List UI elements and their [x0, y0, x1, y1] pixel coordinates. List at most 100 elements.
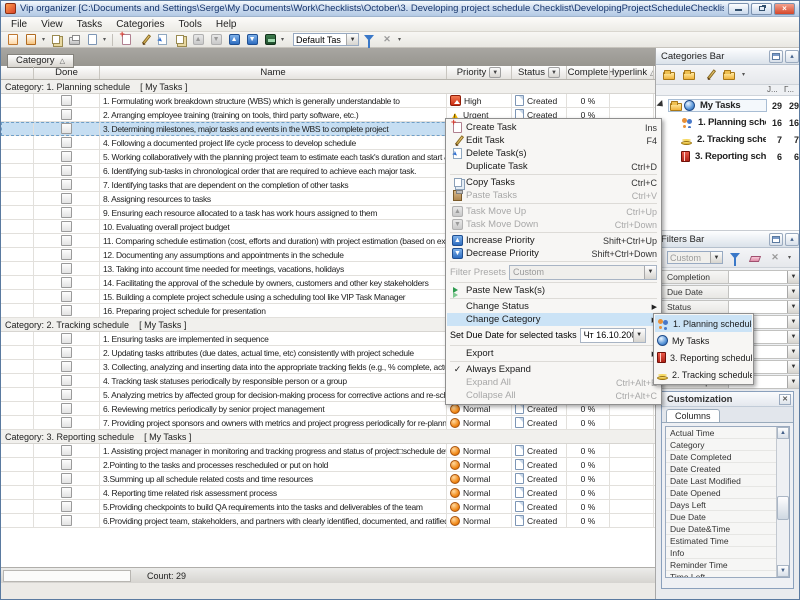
new-subcategory-button[interactable]	[681, 68, 697, 82]
increase-priority-button[interactable]: ▲	[226, 33, 242, 47]
done-checkbox[interactable]	[61, 347, 72, 358]
menu-increase-priority[interactable]: ▲Increase PriorityShift+Ctrl+Up	[447, 234, 660, 247]
task-row[interactable]: 5.Providing checkpoints to build QA requ…	[1, 500, 655, 514]
done-checkbox[interactable]	[61, 221, 72, 232]
column-header-done[interactable]: Done	[34, 66, 100, 79]
chevron-down-icon[interactable]: ▼	[787, 301, 799, 313]
column-option-date-completed[interactable]: Date Completed	[666, 451, 776, 463]
set-due-date-combo[interactable]: Чт 16.10.2008▼	[580, 328, 646, 343]
filters-toolbar-overflow[interactable]: ▾	[787, 254, 792, 261]
chevron-down-icon[interactable]: ▼	[787, 271, 799, 283]
column-option-reminder-time[interactable]: Reminder Time	[666, 559, 776, 571]
create-task-button[interactable]	[118, 33, 134, 47]
done-checkbox[interactable]	[61, 95, 72, 106]
category-group-row[interactable]: Category: 1. Planning schedule[ My Tasks…	[1, 80, 655, 94]
submenu-3-reporting-schedule[interactable]: 3. Reporting schedule	[655, 349, 752, 366]
clear-filter-button[interactable]: ✕	[767, 251, 783, 265]
scroll-up-icon[interactable]: ▲	[777, 427, 789, 439]
done-checkbox[interactable]	[61, 179, 72, 190]
tab-columns[interactable]: Columns	[666, 409, 720, 422]
menu-categories[interactable]: Categories	[109, 18, 171, 31]
task-row[interactable]: 3.Summing up all schedule related costs …	[1, 472, 655, 486]
done-checkbox[interactable]	[61, 417, 72, 428]
column-header-hyperlink[interactable]: Hyperlink△	[610, 66, 654, 79]
done-checkbox[interactable]	[61, 263, 72, 274]
menu-edit-task[interactable]: Edit TaskF4	[447, 134, 660, 147]
task-row[interactable]: 1. Formulating work breakdown structure …	[1, 94, 655, 108]
filter-value[interactable]: ▼	[729, 300, 800, 314]
filter-value[interactable]: ▼	[729, 270, 800, 284]
column-option-date-opened[interactable]: Date Opened	[666, 487, 776, 499]
edit-task-button[interactable]	[136, 33, 152, 47]
open-record-button[interactable]	[23, 33, 39, 47]
columns-scrollbar[interactable]: ▲ ▼	[776, 427, 789, 577]
filter-dropdown-icon[interactable]: ▼	[489, 67, 501, 78]
filters-collapse-button[interactable]: ▴	[785, 233, 799, 246]
filter-row-completion[interactable]: Completion▼	[657, 270, 800, 284]
scroll-thumb[interactable]	[777, 496, 789, 520]
done-checkbox[interactable]	[61, 515, 72, 526]
done-checkbox[interactable]	[61, 291, 72, 302]
task-row[interactable]: 6.Providing project team, stakeholders, …	[1, 514, 655, 528]
category-node-1-planning-schedule[interactable]: 1. Planning schedule1616	[656, 114, 800, 131]
menu-always-expand[interactable]: ✓Always Expand	[447, 363, 660, 376]
done-checkbox[interactable]	[61, 137, 72, 148]
done-checkbox[interactable]	[61, 333, 72, 344]
done-checkbox[interactable]	[61, 123, 72, 134]
column-header-indicator[interactable]	[1, 66, 34, 79]
menu-tasks[interactable]: Tasks	[70, 18, 110, 31]
restore-button[interactable]	[751, 3, 772, 15]
done-checkbox[interactable]	[61, 403, 72, 414]
menu-delete-task-s-[interactable]: Delete Task(s)	[447, 147, 660, 160]
chevron-down-icon[interactable]: ▼	[710, 252, 722, 263]
done-checkbox[interactable]	[61, 501, 72, 512]
done-checkbox[interactable]	[61, 165, 72, 176]
print-preview-button[interactable]	[84, 33, 100, 47]
column-option-date-last-modified[interactable]: Date Last Modified	[666, 475, 776, 487]
column-option-category[interactable]: Category	[666, 439, 776, 451]
save-record-button[interactable]	[48, 33, 64, 47]
delete-task-button[interactable]	[154, 33, 170, 47]
menu-copy-tasks[interactable]: Copy TasksCtrl+C	[447, 176, 660, 189]
menu-duplicate-task[interactable]: Duplicate TaskCtrl+D	[447, 160, 660, 173]
menu-export[interactable]: Export▶	[447, 347, 660, 360]
done-checkbox[interactable]	[61, 389, 72, 400]
menu-file[interactable]: File	[4, 18, 34, 31]
filters-window-button[interactable]	[769, 233, 783, 246]
done-checkbox[interactable]	[61, 445, 72, 456]
categories-toolbar-overflow[interactable]: ▾	[741, 71, 746, 78]
done-checkbox[interactable]	[61, 305, 72, 316]
filter-button[interactable]	[361, 33, 377, 47]
categories-collapse-button[interactable]: ▴	[785, 50, 799, 63]
minimize-button[interactable]	[728, 3, 749, 15]
toolbar-overflow[interactable]: ▾	[397, 36, 402, 43]
chevron-down-icon[interactable]: ▼	[787, 331, 799, 343]
category-group-row[interactable]: Category: 3. Reporting schedule[ My Task…	[1, 430, 655, 444]
menu-tools[interactable]: Tools	[172, 18, 209, 31]
column-option-time-left[interactable]: Time Left	[666, 571, 776, 577]
task-row[interactable]: 1. Assisting project manager in monitori…	[1, 444, 655, 458]
column-header-complete[interactable]: Complete	[567, 66, 610, 79]
submenu-my-tasks[interactable]: My Tasks	[655, 332, 752, 349]
chevron-down-icon[interactable]: ▼	[787, 346, 799, 358]
chevron-down-icon[interactable]: ▼	[787, 376, 799, 388]
menu-view[interactable]: View	[34, 18, 70, 31]
filter-row-due-date[interactable]: Due Date▼	[657, 285, 800, 299]
column-header-priority[interactable]: Priority▼	[447, 66, 512, 79]
done-checkbox[interactable]	[61, 235, 72, 246]
menu-set-due-date[interactable]: Set Due Date for selected tasksЧт 16.10.…	[447, 326, 660, 344]
category-node-my-tasks[interactable]: My Tasks2929	[656, 97, 800, 114]
done-checkbox[interactable]	[61, 361, 72, 372]
chevron-down-icon[interactable]: ▼	[787, 361, 799, 373]
chevron-down-icon[interactable]: ▾	[41, 36, 46, 43]
decrease-priority-button[interactable]: ▼	[244, 33, 260, 47]
chevron-down-icon[interactable]: ▾	[102, 36, 107, 43]
done-checkbox[interactable]	[61, 487, 72, 498]
categories-window-button[interactable]	[769, 50, 783, 63]
done-checkbox[interactable]	[61, 151, 72, 162]
done-checkbox[interactable]	[61, 193, 72, 204]
chevron-down-icon[interactable]: ▾	[280, 36, 285, 43]
column-option-info[interactable]: Info	[666, 547, 776, 559]
close-button[interactable]: ×	[774, 3, 795, 15]
category-node-3-reporting-schedule[interactable]: 3. Reporting schedule66	[656, 148, 800, 165]
